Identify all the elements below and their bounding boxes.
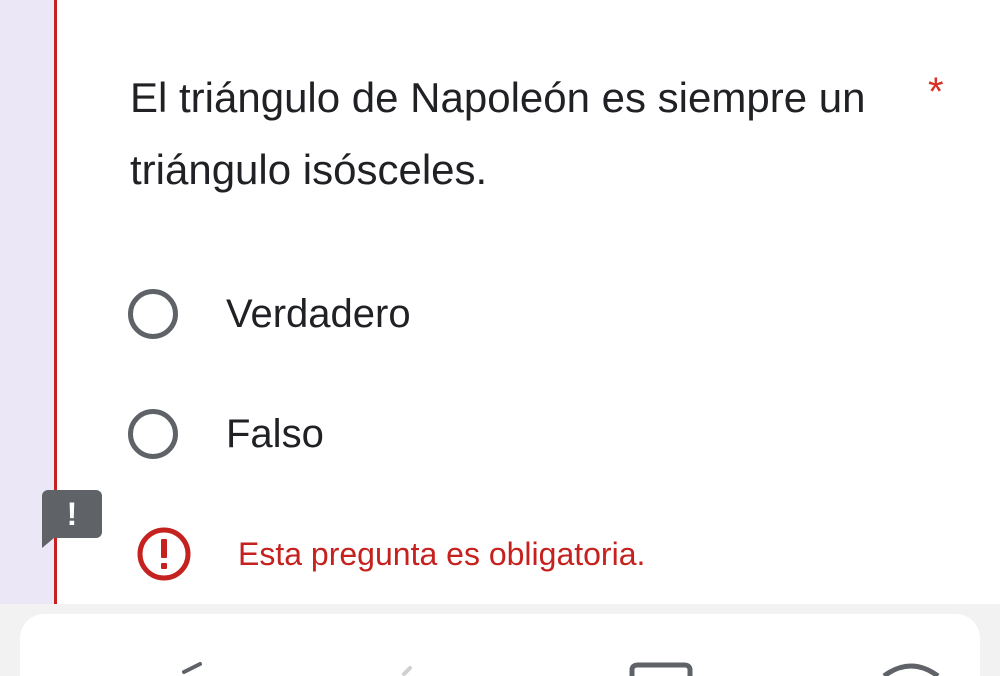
home-icon[interactable] bbox=[396, 658, 426, 676]
menu-icon[interactable] bbox=[876, 658, 946, 676]
recents-icon[interactable] bbox=[626, 658, 696, 676]
form-page: El triángulo de Napoleón es siempre un t… bbox=[0, 0, 1000, 676]
back-icon[interactable] bbox=[160, 658, 220, 676]
error-message: Esta pregunta es obligatoria. bbox=[238, 535, 646, 572]
option-verdadero[interactable]: Verdadero bbox=[128, 284, 411, 344]
radio-button[interactable] bbox=[128, 289, 178, 339]
option-label: Falso bbox=[226, 411, 324, 456]
error-icon bbox=[137, 527, 191, 581]
option-falso[interactable]: Falso bbox=[128, 404, 324, 464]
error-flag-badge: ! bbox=[42, 490, 102, 548]
error-message-row: Esta pregunta es obligatoria. bbox=[136, 526, 645, 582]
option-label: Verdadero bbox=[226, 291, 411, 336]
required-marker: * bbox=[928, 70, 944, 114]
question-title: El triángulo de Napoleón es siempre un t… bbox=[130, 74, 866, 193]
bottom-navigation-bar bbox=[0, 604, 1000, 676]
radio-button[interactable] bbox=[128, 409, 178, 459]
flag-badge-text: ! bbox=[66, 496, 78, 532]
